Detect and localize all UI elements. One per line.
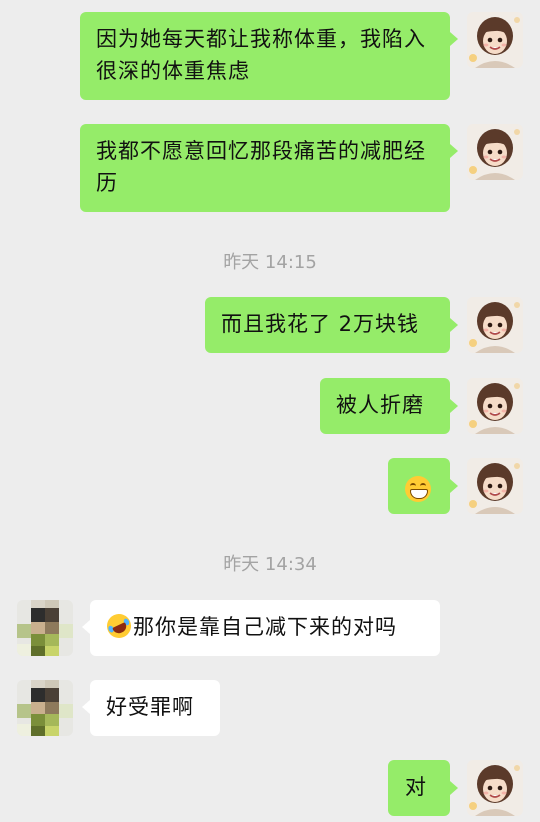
message-text: 因为她每天都让我称体重，我陷入很深的体重焦虑 [96,27,426,83]
message-text: 那你是靠自己减下来的对吗 [133,615,397,639]
timestamp: 昨天 14:34 [223,554,317,575]
my-avatar[interactable] [467,297,523,353]
message-bubble[interactable]: 而且我花了 2万块钱 [205,297,450,353]
message-text: 被人折磨 [336,393,424,417]
message-bubble[interactable]: 被人折磨 [320,378,450,434]
avatar-image [467,378,523,434]
bubble-tail [450,399,458,413]
grinning-face-emoji-icon [405,476,431,502]
rolling-laughing-emoji-icon [103,610,135,642]
bubble-tail [450,144,458,158]
avatar-image [467,124,523,180]
timestamp: 昨天 14:15 [223,252,317,273]
message-text: 我都不愿意回忆那段痛苦的减肥经历 [96,139,426,195]
message-bubble[interactable]: 那你是靠自己减下来的对吗 [90,600,440,656]
message-text: 好受罪啊 [106,695,194,719]
message-bubble[interactable]: 对 [388,760,450,816]
my-avatar[interactable] [467,378,523,434]
message-bubble[interactable]: 因为她每天都让我称体重，我陷入很深的体重焦虑 [80,12,450,100]
message-text: 对 [405,775,427,799]
avatar-image [467,760,523,816]
avatar-image [17,680,73,736]
avatar-image [467,458,523,514]
my-avatar[interactable] [467,124,523,180]
avatar-image [467,297,523,353]
message-bubble[interactable]: 我都不愿意回忆那段痛苦的减肥经历 [80,124,450,212]
bubble-tail [450,479,458,493]
bubble-tail [450,32,458,46]
bubble-tail [450,318,458,332]
bubble-tail [82,620,90,634]
avatar-image [467,12,523,68]
contact-avatar[interactable] [17,680,73,736]
bubble-tail [450,781,458,795]
avatar-image [17,600,73,656]
my-avatar[interactable] [467,458,523,514]
message-bubble[interactable] [388,458,450,514]
message-text: 而且我花了 2万块钱 [221,312,420,336]
message-bubble[interactable]: 好受罪啊 [90,680,220,736]
bubble-tail [82,700,90,714]
my-avatar[interactable] [467,760,523,816]
contact-avatar[interactable] [17,600,73,656]
my-avatar[interactable] [467,12,523,68]
